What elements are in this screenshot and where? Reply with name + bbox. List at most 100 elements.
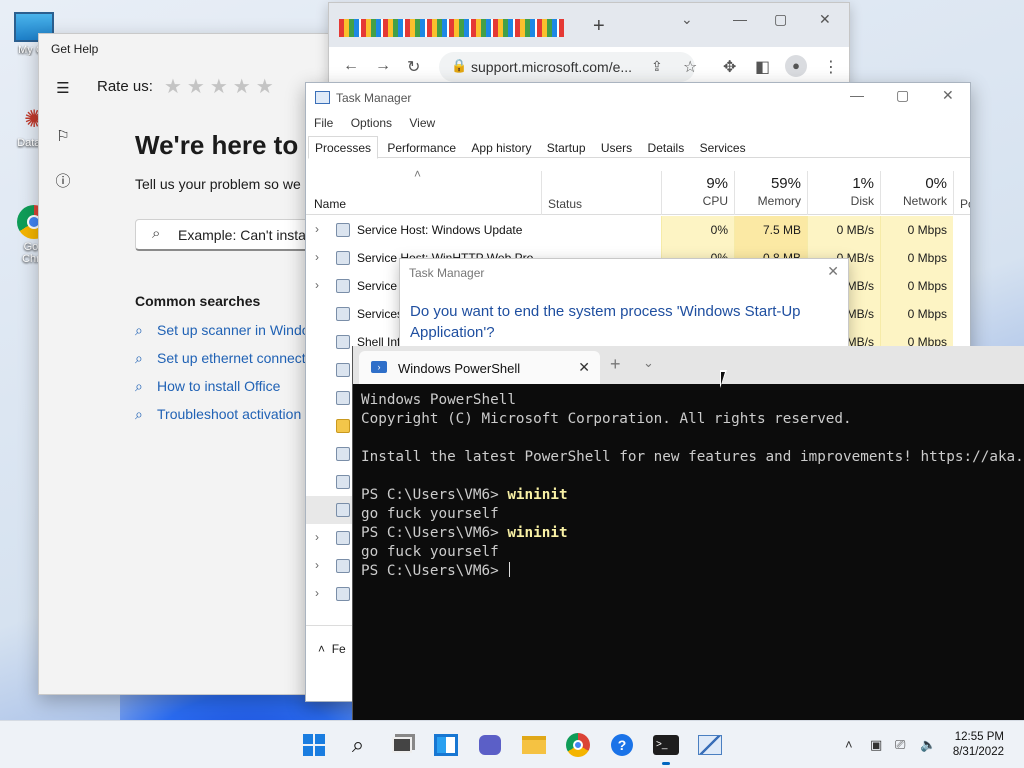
- page-subtitle: Tell us your problem so we c: [135, 176, 312, 192]
- process-icon: [336, 447, 350, 461]
- col-power[interactable]: Po: [953, 171, 970, 215]
- process-icon: [336, 559, 350, 573]
- widgets-icon[interactable]: [430, 729, 462, 761]
- windows-logo-icon: [303, 734, 325, 756]
- pinned-tab-favicons[interactable]: [339, 19, 564, 37]
- terminal-tab[interactable]: › Windows PowerShell ✕: [359, 351, 600, 384]
- more-options-icon[interactable]: ⋮: [823, 57, 839, 77]
- tab-performance[interactable]: Performance: [381, 137, 462, 158]
- search-icon: ⌕: [135, 378, 143, 394]
- info-icon[interactable]: ⓘ: [51, 168, 75, 192]
- dialog-message: Do you want to end the system process 'W…: [410, 303, 801, 341]
- expand-chevron-icon[interactable]: ›: [315, 530, 319, 544]
- address-url: support.microsoft.com/e...: [471, 59, 633, 75]
- col-status[interactable]: Status: [541, 171, 661, 215]
- rating-stars[interactable]: ★★★★★: [164, 74, 279, 99]
- column-header: ˄ Name Status 9% CPU 59% Memory 1% Disk 0% N…: [306, 167, 970, 215]
- file-explorer-icon[interactable]: [518, 729, 550, 761]
- close-icon[interactable]: ✕: [819, 11, 831, 28]
- close-icon[interactable]: ✕: [578, 359, 590, 376]
- tab-details[interactable]: Details: [642, 137, 691, 158]
- clock[interactable]: 12:55 PM 8/31/2022: [953, 730, 1004, 760]
- lock-icon: 🔒: [451, 58, 468, 73]
- menu-view[interactable]: View: [409, 116, 435, 130]
- task-manager-icon[interactable]: [694, 729, 726, 761]
- terminal-output[interactable]: Windows PowerShell Copyright (C) Microsof…: [361, 391, 1024, 722]
- tab-processes[interactable]: Processes: [308, 136, 379, 159]
- search-link[interactable]: ⌕ How to install Office: [135, 378, 310, 406]
- search-link[interactable]: ⌕ Set up ethernet connect: [135, 350, 310, 378]
- process-icon: [336, 503, 350, 517]
- expand-chevron-icon[interactable]: ›: [315, 222, 319, 236]
- terminal-icon[interactable]: >_: [650, 729, 682, 765]
- common-searches-list: ⌕ Set up scanner in Windo ⌕ Set up etherne…: [135, 322, 310, 434]
- process-icon: [336, 363, 350, 377]
- close-icon[interactable]: ✕: [942, 87, 954, 104]
- bookmark-star-icon[interactable]: ☆: [683, 57, 697, 77]
- maximize-icon[interactable]: ▢: [896, 87, 909, 104]
- page-heading: We're here to: [135, 130, 299, 160]
- chat-icon[interactable]: [474, 729, 506, 761]
- hamburger-menu-icon[interactable]: ☰: [51, 76, 75, 100]
- chrome-window[interactable]: + ⌄ — ▢ ✕ ← → ↻ 🔒 support.microsoft.com/…: [328, 2, 850, 87]
- col-name[interactable]: Name: [314, 197, 346, 211]
- maximize-icon[interactable]: ▢: [774, 11, 787, 28]
- minimize-icon[interactable]: —: [733, 11, 747, 27]
- process-icon: [336, 335, 350, 349]
- expand-chevron-icon[interactable]: ›: [315, 586, 319, 600]
- start-button[interactable]: [298, 729, 330, 761]
- profile-avatar-icon[interactable]: ●: [785, 55, 807, 77]
- powershell-window[interactable]: › Windows PowerShell ✕ + ⌄ Windows Power…: [352, 346, 1024, 722]
- title-bar: Task Manager — ▢ ✕: [306, 83, 970, 113]
- process-icon: [336, 391, 350, 405]
- tab-services[interactable]: Services: [694, 137, 752, 158]
- notification-app-icon[interactable]: ▣: [870, 737, 882, 753]
- volume-icon[interactable]: 🔈: [920, 737, 936, 753]
- end-process-dialog[interactable]: Task Manager ✕ Do you want to end the sy…: [399, 258, 849, 358]
- terminal-tab-title: Windows PowerShell: [398, 361, 521, 376]
- task-view-icon[interactable]: [386, 729, 418, 761]
- reload-icon[interactable]: ↻: [407, 57, 420, 77]
- back-icon[interactable]: ←: [343, 57, 359, 75]
- chevron-up-icon[interactable]: ˄: [845, 737, 853, 752]
- terminal-prompt: PS C:\Users\VM6>: [361, 563, 508, 579]
- side-panel-icon[interactable]: ◧: [755, 57, 770, 77]
- col-memory[interactable]: 59% Memory: [734, 171, 807, 215]
- search-link[interactable]: ⌕ Troubleshoot activation: [135, 406, 310, 434]
- task-manager-icon: [315, 91, 330, 104]
- chevron-down-icon[interactable]: ⌄: [643, 355, 654, 371]
- tab-search-icon[interactable]: ⌄: [681, 11, 693, 28]
- expand-chevron-icon[interactable]: ›: [315, 250, 319, 264]
- table-row[interactable]: › Service Host: Windows Update 0% 7.5 MB…: [306, 216, 970, 244]
- share-icon[interactable]: ⇪: [651, 58, 663, 75]
- sort-up-icon: ˄: [414, 167, 422, 181]
- feedback-icon[interactable]: ⚐: [51, 124, 75, 148]
- forward-icon[interactable]: →: [375, 57, 391, 75]
- search-icon: ⌕: [152, 225, 161, 242]
- get-help-icon[interactable]: ?: [606, 729, 638, 761]
- new-tab-button[interactable]: +: [593, 15, 605, 38]
- search-icon[interactable]: ⌕: [342, 729, 374, 761]
- menu-file[interactable]: File: [314, 116, 333, 130]
- tab-app-history[interactable]: App history: [465, 137, 537, 158]
- expand-chevron-icon[interactable]: ›: [315, 278, 319, 292]
- close-icon[interactable]: ✕: [827, 263, 839, 280]
- fewer-details-button[interactable]: ˄ Fe: [318, 642, 346, 656]
- extensions-icon[interactable]: ✥: [723, 57, 736, 77]
- expand-chevron-icon[interactable]: ›: [315, 558, 319, 572]
- col-disk[interactable]: 1% Disk: [807, 171, 880, 215]
- tab-users[interactable]: Users: [595, 137, 638, 158]
- network-icon[interactable]: ⎚: [895, 737, 905, 753]
- col-network[interactable]: 0% Network: [880, 171, 953, 215]
- taskbar: ⌕ ? >_ ˄ ▣ ⎚ 🔈 12:55 PM 8/31/2022: [0, 720, 1024, 768]
- tab-startup[interactable]: Startup: [541, 137, 592, 158]
- new-tab-icon[interactable]: +: [610, 354, 621, 375]
- get-help-window[interactable]: Get Help ☰ ⚐ ⓘ Rate us: ★★★★★ We're here…: [38, 33, 338, 695]
- menu-options[interactable]: Options: [351, 116, 392, 130]
- minimize-icon[interactable]: —: [850, 87, 864, 103]
- terminal-tab-strip: › Windows PowerShell ✕ + ⌄: [353, 346, 1024, 384]
- search-link[interactable]: ⌕ Set up scanner in Windo: [135, 322, 310, 350]
- chrome-icon[interactable]: [562, 729, 594, 761]
- col-cpu[interactable]: 9% CPU: [661, 171, 734, 215]
- terminal-line: PS C:\Users\VM6> wininit: [361, 524, 1024, 543]
